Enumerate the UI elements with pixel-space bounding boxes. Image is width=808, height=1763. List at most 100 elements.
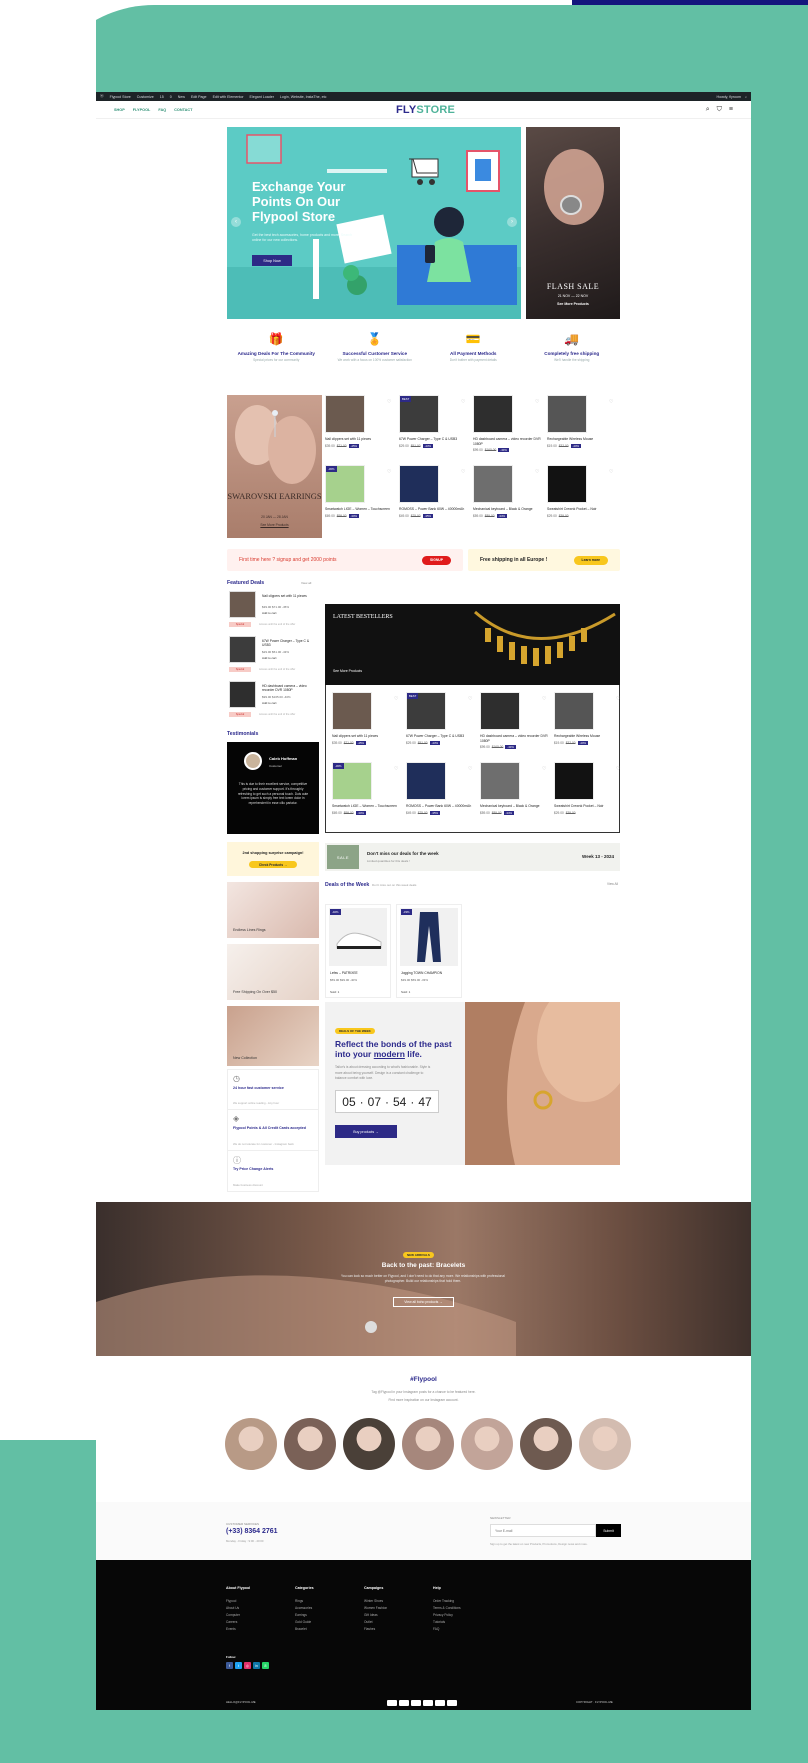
featured-deal-item[interactable]: 67W Power Charger – Type C & USB3 $29.00 … [227, 636, 319, 686]
footer-link[interactable]: Tutorials [433, 1619, 461, 1626]
admin-user[interactable]: Howdy, flyroom [716, 95, 741, 99]
product-image[interactable] [332, 692, 372, 730]
footer-link[interactable]: Rings [295, 1598, 314, 1605]
view-boho-button[interactable]: View all boho products → [393, 1297, 454, 1307]
footer-link[interactable]: Flypool [226, 1598, 250, 1605]
featured-deal-name[interactable]: 67W Power Charger – Type C & USB3 [262, 639, 318, 647]
product-name[interactable]: ROMOSS – Power Bank 60W – 40000mAh [399, 507, 467, 512]
instagram-avatar[interactable] [225, 1418, 277, 1470]
heart-icon[interactable]: ♡ [387, 469, 391, 475]
heart-icon[interactable]: ♡ [609, 469, 613, 475]
product-image[interactable] [547, 465, 587, 503]
swarovski-link[interactable]: See More Products [227, 523, 322, 527]
heart-icon[interactable]: ♡ [387, 399, 391, 405]
admin-item[interactable]: Edit with Elementor [213, 95, 244, 99]
product-name[interactable]: Nail clippers set with 11 pieces [325, 437, 393, 442]
product-card[interactable]: -30% ♡ Smartwatch LIGE – Women – Touchscre… [332, 762, 402, 828]
nav-link-contact[interactable]: CONTACT [174, 108, 192, 112]
search-icon[interactable]: ⌕ [706, 106, 710, 114]
product-name[interactable]: ROMOSS – Power Bank 60W – 40000mAh [406, 804, 474, 809]
product-name[interactable]: Smartwatch LIGE – Women – Touchscreen [332, 804, 400, 809]
product-name[interactable]: 67W Power Charger – Type C & USB3 [406, 734, 474, 739]
product-name[interactable]: Mechanical keyboard – Black & Orange [473, 507, 541, 512]
footer-link[interactable]: Outlet [364, 1619, 387, 1626]
flash-sale-banner[interactable]: FLASH SALE 21 NOV — 22 NOV See More Prod… [526, 127, 620, 319]
product-image[interactable] [399, 465, 439, 503]
product-card[interactable]: ♡ Nail clippers set with 11 pieces $39.00 $… [325, 395, 395, 461]
product-image[interactable] [554, 692, 594, 730]
nav-link-faq[interactable]: FAQ [158, 108, 166, 112]
product-card[interactable]: ♡ HD dashboard camera – video recorder DV… [480, 692, 550, 758]
product-card[interactable]: ♡ Mechanical keyboard – Black & Orange $59… [473, 465, 543, 531]
featured-deal-name[interactable]: Nail clippers set with 11 pieces [262, 594, 318, 598]
heart-icon[interactable]: ♡ [616, 766, 620, 772]
shop-now-button[interactable]: Shop Now [252, 255, 292, 266]
linkedin-icon[interactable]: in [253, 1662, 260, 1669]
featured-view-all[interactable]: View all [301, 581, 311, 585]
product-name[interactable]: HD dashboard camera – video recorder DVR… [473, 437, 541, 446]
phone-number[interactable]: (+33) 8364 2761 [226, 1528, 278, 1535]
buy-products-button[interactable]: Buy products → [335, 1125, 397, 1138]
heart-icon[interactable]: ♡ [616, 696, 620, 702]
footer-link[interactable]: Careers [226, 1619, 250, 1626]
footer-link[interactable]: Privacy Policy [433, 1612, 461, 1619]
footer-link[interactable]: Accessories [295, 1605, 314, 1612]
side-banner-collection[interactable]: New Collection [227, 1006, 319, 1066]
heart-icon[interactable]: ♡ [461, 469, 465, 475]
instagram-icon[interactable]: ◎ [244, 1662, 251, 1669]
product-name[interactable]: Rechargeable Wireless Mouse [554, 734, 622, 739]
heart-icon[interactable]: ♡ [468, 696, 472, 702]
learn-more-button[interactable]: Learn more [573, 555, 608, 565]
heart-icon[interactable]: ♡ [542, 696, 546, 702]
site-logo[interactable]: FLYSTORE [396, 104, 455, 116]
footer-link[interactable]: About Us [226, 1605, 250, 1612]
featured-deal-item[interactable]: HD dashboard camera – video recorder DVR… [227, 681, 319, 731]
signup-button[interactable]: SIGNUP [422, 555, 451, 565]
admin-item[interactable]: Customize [137, 95, 154, 99]
product-name[interactable]: Rechargeable Wireless Mouse [547, 437, 615, 442]
deal-card[interactable]: -33% Jogging TOWN CHAMPION $39.00 $59.00… [396, 904, 462, 998]
featured-deal-image[interactable] [229, 591, 256, 618]
product-name[interactable]: Sweatshirt Crewnk Pocket – Noir [554, 804, 622, 809]
footer-link[interactable]: Flashes [364, 1626, 387, 1633]
admin-item[interactable]: 0 [170, 95, 172, 99]
product-card[interactable]: ♡ Rechargeable Wireless Mouse $19.00 $32.00… [547, 395, 617, 461]
footer-link[interactable]: Gift Ideas [364, 1612, 387, 1619]
footer-link[interactable]: Earrings [295, 1612, 314, 1619]
twitter-icon[interactable]: t [235, 1662, 242, 1669]
featured-deal-image[interactable] [229, 636, 256, 663]
instagram-avatar[interactable] [579, 1418, 631, 1470]
add-to-cart-link[interactable]: Add to cart [262, 656, 277, 660]
product-card[interactable]: ♡ Nail clippers set with 11 pieces $39.00 $… [332, 692, 402, 758]
footer-link[interactable]: Women Fashion [364, 1605, 387, 1612]
deals-week-view-all[interactable]: View All [607, 882, 618, 886]
admin-item[interactable]: Flypool Store [110, 95, 131, 99]
footer-link[interactable]: FAQ [433, 1626, 461, 1633]
hero-slider[interactable]: Exchange Your Points On Our Flypool Stor… [227, 127, 521, 319]
product-image[interactable] [473, 465, 513, 503]
facebook-icon[interactable]: f [226, 1662, 233, 1669]
product-image[interactable] [480, 762, 520, 800]
product-card[interactable]: ♡ Sweatshirt Crewnk Pocket – Noir $29.00 $3… [547, 465, 617, 531]
flash-sale-link[interactable]: See More Products [526, 302, 620, 306]
product-image[interactable] [480, 692, 520, 730]
instagram-avatar[interactable] [343, 1418, 395, 1470]
side-banner-rings[interactable]: Endless Lines Rings [227, 882, 319, 938]
footer-email[interactable]: HELLO@FLYPOOL.ME [226, 1700, 256, 1704]
product-card[interactable]: ♡ ROMOSS – Power Bank 60W – 40000mAh $49.0… [399, 465, 469, 531]
product-image[interactable] [547, 395, 587, 433]
product-name[interactable]: 67W Power Charger – Type C & USB3 [399, 437, 467, 442]
product-card[interactable]: BEST ♡ 67W Power Charger – Type C & USB3 $2… [406, 692, 476, 758]
product-card[interactable]: ♡ Sweatshirt Crewnk Pocket – Noir $29.00 $3… [554, 762, 624, 828]
featured-deal-name[interactable]: HD dashboard camera – video recorder DVR… [262, 684, 318, 692]
admin-item[interactable]: Edit Page [191, 95, 207, 99]
featured-deal-item[interactable]: Nail clippers set with 11 pieces $39.00 $… [227, 591, 319, 641]
newsletter-submit-button[interactable]: Submit [596, 1524, 621, 1537]
admin-item[interactable]: Login, Website, InstaThe, etc [280, 95, 326, 99]
instagram-avatar[interactable] [284, 1418, 336, 1470]
newsletter-email-input[interactable] [490, 1524, 596, 1537]
product-image[interactable] [325, 395, 365, 433]
nav-link-flypool[interactable]: FLYPOOL [133, 108, 151, 112]
admin-item[interactable]: 15 [160, 95, 164, 99]
product-image[interactable] [554, 762, 594, 800]
